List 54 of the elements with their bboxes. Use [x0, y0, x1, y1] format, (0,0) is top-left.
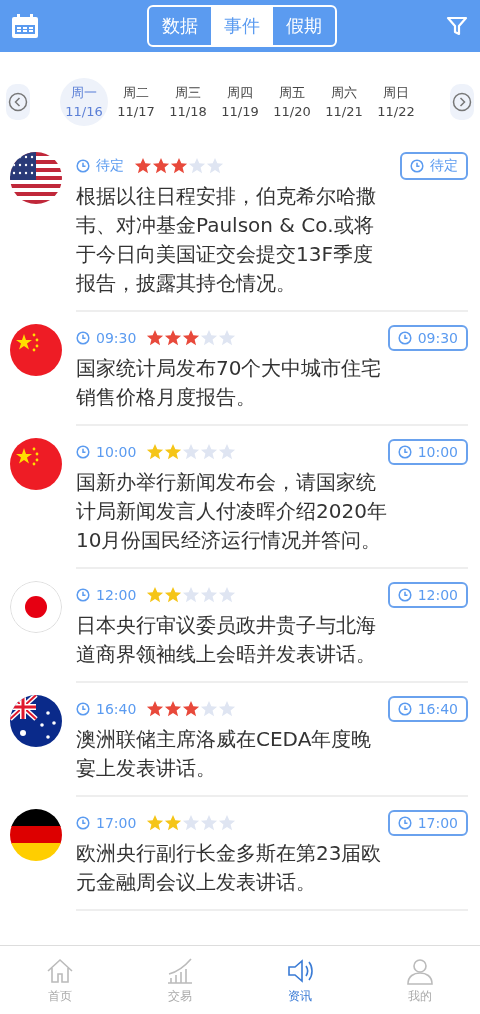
- filter-icon[interactable]: [446, 15, 468, 37]
- day-tab[interactable]: 周四 11/19: [216, 78, 264, 126]
- time-reminder-button[interactable]: 待定: [400, 152, 468, 180]
- clock-icon: [76, 816, 90, 830]
- segment-tab[interactable]: 假期: [273, 7, 335, 45]
- time-reminder-button[interactable]: 09:30: [387, 325, 468, 351]
- clock-icon: [76, 159, 90, 173]
- calendar-icon[interactable]: [12, 14, 38, 38]
- clock-icon: [397, 816, 412, 830]
- clock-icon: [76, 445, 90, 459]
- day-tab[interactable]: 周五 11/20: [268, 78, 316, 126]
- nav-tab[interactable]: 我的: [360, 946, 480, 1014]
- event-time: 17:00: [96, 815, 137, 831]
- nav-tab[interactable]: 交易: [120, 946, 240, 1014]
- segment-tab[interactable]: 数据: [149, 7, 211, 45]
- time-reminder-button[interactable]: 12:00: [387, 582, 468, 608]
- time-reminder-button[interactable]: 10:00: [387, 439, 468, 465]
- day-tab[interactable]: 周二 11/17: [112, 78, 160, 126]
- flag-icon: [10, 324, 62, 376]
- clock-icon: [397, 445, 412, 459]
- day-tab[interactable]: 周六 11/21: [320, 78, 368, 126]
- event-time: 10:00: [96, 444, 137, 460]
- event-time: 12:00: [96, 587, 137, 603]
- event-description: 澳洲联储主席洛威在CEDA年度晚宴上发表讲话。: [76, 726, 373, 782]
- clock-icon: [397, 331, 412, 345]
- event-time: 16:40: [96, 701, 137, 717]
- clock-icon: [76, 331, 90, 345]
- previous-week-button[interactable]: [6, 84, 30, 120]
- clock-icon: [410, 159, 424, 173]
- event-time: 待定: [96, 157, 124, 175]
- flag-icon: [10, 581, 62, 633]
- nav-tab[interactable]: 首页: [0, 946, 120, 1014]
- time-reminder-button[interactable]: 16:40: [387, 696, 468, 722]
- event-description: 国家统计局发布70个大中城市住宅销售价格月度报告。: [76, 355, 383, 411]
- flag-icon: [10, 695, 62, 747]
- day-tab[interactable]: 周一 11/16: [60, 78, 108, 126]
- nav-tab[interactable]: 资讯: [240, 946, 360, 1014]
- clock-icon: [397, 588, 412, 602]
- time-reminder-button[interactable]: 17:00: [387, 810, 468, 836]
- event-time: 09:30: [96, 330, 137, 346]
- event-description: 根据以往日程安排，伯克希尔哈撒韦、对冲基金Paulson & Co.或将于今日向美国证交会提交13F季度报告，披露其持仓情况。: [76, 183, 377, 297]
- flag-icon: [10, 438, 62, 490]
- clock-icon: [397, 702, 412, 716]
- day-tab[interactable]: 周日 11/22: [372, 78, 420, 126]
- flag-icon: [10, 809, 62, 861]
- flag-icon: [10, 152, 62, 204]
- clock-icon: [76, 588, 90, 602]
- event-description: 国新办举行新闻发布会，请国家统计局新闻发言人付凌晖介绍2020年10月份国民经济运行情况并答问。: [76, 469, 388, 554]
- event-description: 日本央行审议委员政井贵子与北海道商界领袖线上会晤并发表讲话。: [76, 612, 377, 668]
- day-tab[interactable]: 周三 11/18: [164, 78, 212, 126]
- next-week-button[interactable]: [450, 84, 474, 120]
- clock-icon: [76, 702, 90, 716]
- event-description: 欧洲央行副行长金多斯在第23届欧元金融周会议上发表讲话。: [76, 840, 383, 896]
- segment-tab[interactable]: 事件: [211, 7, 273, 45]
